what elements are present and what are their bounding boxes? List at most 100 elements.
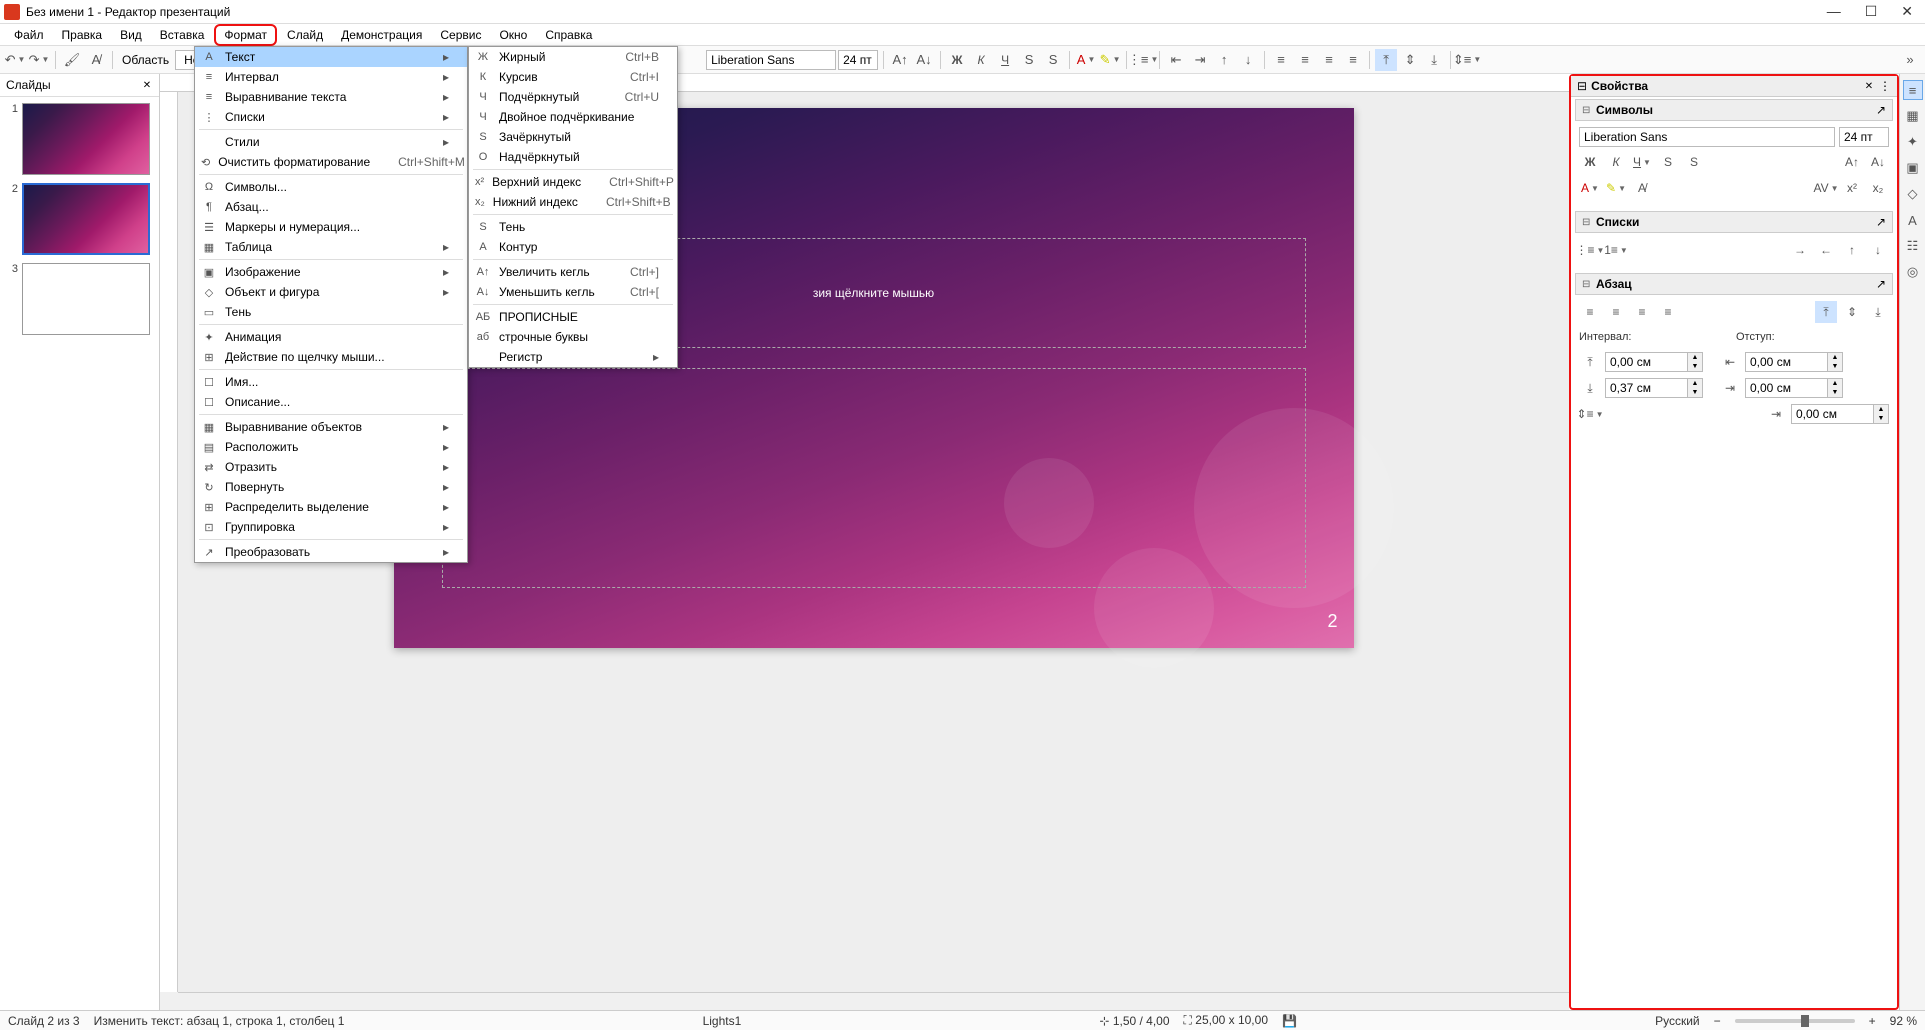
spacing-above-input[interactable]: ▲▼: [1605, 352, 1703, 372]
format-menu-item[interactable]: ▭Тень: [195, 302, 467, 322]
horizontal-scrollbar[interactable]: [178, 992, 1569, 1010]
prop-clearformat-icon[interactable]: A̸: [1631, 177, 1653, 199]
text-submenu-item[interactable]: x₂Нижний индексCtrl+Shift+B: [469, 192, 677, 212]
format-menu-item[interactable]: ↗Преобразовать▸: [195, 542, 467, 562]
move-down-icon[interactable]: ↓: [1237, 49, 1259, 71]
para-valign-mid-icon[interactable]: ⇕: [1841, 301, 1863, 323]
prop-demote-icon[interactable]: →: [1789, 239, 1811, 261]
clear-format-icon[interactable]: A̸: [85, 49, 107, 71]
brush-icon[interactable]: 🖌: [61, 49, 83, 71]
section-more-icon[interactable]: ↗: [1876, 215, 1886, 229]
zoom-slider[interactable]: [1735, 1019, 1855, 1023]
tab-gallery-icon[interactable]: A: [1903, 210, 1923, 230]
linespacing-icon[interactable]: ⇕≡▼: [1579, 403, 1601, 425]
menu-slide[interactable]: Слайд: [279, 26, 331, 44]
menu-view[interactable]: Вид: [112, 26, 150, 44]
valign-top-icon[interactable]: ⤒: [1375, 49, 1397, 71]
maximize-button[interactable]: ☐: [1865, 3, 1878, 20]
prop-fontcolor-icon[interactable]: A▼: [1579, 177, 1601, 199]
format-menu-item[interactable]: AТекст▸: [195, 47, 467, 67]
tab-master-icon[interactable]: ▣: [1903, 158, 1923, 178]
menu-slideshow[interactable]: Демонстрация: [333, 26, 430, 44]
format-menu-item[interactable]: ▣Изображение▸: [195, 262, 467, 282]
prop-bullets-icon[interactable]: ⋮≡▼: [1579, 239, 1601, 261]
text-submenu-item[interactable]: x²Верхний индексCtrl+Shift+P: [469, 172, 677, 192]
text-submenu-item[interactable]: OНадчёркнутый: [469, 147, 677, 167]
format-menu-item[interactable]: ☐Описание...: [195, 392, 467, 412]
format-menu-item[interactable]: ↻Повернуть▸: [195, 477, 467, 497]
text-submenu-item[interactable]: SЗачёркнутый: [469, 127, 677, 147]
outdent-icon[interactable]: ⇤: [1165, 49, 1187, 71]
slide-thumb-1[interactable]: 1: [6, 103, 153, 175]
spacing-below-input[interactable]: ▲▼: [1605, 378, 1703, 398]
slide-thumb-2[interactable]: 2: [6, 183, 153, 255]
prop-subscript-icon[interactable]: x₂: [1867, 177, 1889, 199]
text-submenu-item[interactable]: ЖЖирныйCtrl+B: [469, 47, 677, 67]
zoom-in-icon[interactable]: +: [1869, 1014, 1876, 1028]
menu-format[interactable]: Формат: [214, 24, 277, 46]
indent-before-input[interactable]: ▲▼: [1745, 352, 1843, 372]
format-menu-item[interactable]: ⊞Распределить выделение▸: [195, 497, 467, 517]
menu-edit[interactable]: Правка: [54, 26, 111, 44]
format-menu-item[interactable]: ⋮Списки▸: [195, 107, 467, 127]
zoom-out-icon[interactable]: −: [1714, 1014, 1721, 1028]
text-submenu-item[interactable]: ККурсивCtrl+I: [469, 67, 677, 87]
status-save-icon[interactable]: 💾: [1282, 1014, 1297, 1028]
text-submenu-item[interactable]: A↑Увеличить кегльCtrl+]: [469, 262, 677, 282]
font-color-icon[interactable]: A▼: [1075, 49, 1097, 71]
indent-after-input[interactable]: ▲▼: [1745, 378, 1843, 398]
format-menu-item[interactable]: ⊡Группировка▸: [195, 517, 467, 537]
section-more-icon[interactable]: ↗: [1876, 277, 1886, 291]
para-valign-top-icon[interactable]: ⤒: [1815, 301, 1837, 323]
text-submenu-item[interactable]: AКонтур: [469, 237, 677, 257]
format-menu-item[interactable]: ≡Интервал▸: [195, 67, 467, 87]
format-menu-item[interactable]: ▤Расположить▸: [195, 437, 467, 457]
prop-highlight-icon[interactable]: ✎▼: [1605, 177, 1627, 199]
slides-panel-close-icon[interactable]: ✕: [141, 79, 153, 91]
undo-button[interactable]: ↶▼: [4, 49, 26, 71]
text-submenu-item[interactable]: SТень: [469, 217, 677, 237]
underline-icon[interactable]: Ч: [994, 49, 1016, 71]
format-menu-item[interactable]: ▦Выравнивание объектов▸: [195, 417, 467, 437]
text-submenu-item[interactable]: ЧПодчёркнутыйCtrl+U: [469, 87, 677, 107]
para-align-right-icon[interactable]: ≡: [1631, 301, 1653, 323]
section-paragraph-header[interactable]: ⊟ Абзац ↗: [1575, 273, 1893, 295]
highlight-icon[interactable]: ✎▼: [1099, 49, 1121, 71]
align-center-icon[interactable]: ≡: [1294, 49, 1316, 71]
prop-promote-icon[interactable]: ←: [1815, 239, 1837, 261]
prop-movedown-icon[interactable]: ↓: [1867, 239, 1889, 261]
format-menu-item[interactable]: ⟲Очистить форматированиеCtrl+Shift+M: [195, 152, 467, 172]
text-submenu-item[interactable]: Регистр▸: [469, 347, 677, 367]
prop-font-name-input[interactable]: [1579, 127, 1835, 147]
prop-incfont-icon[interactable]: A↑: [1841, 151, 1863, 173]
bullets-icon[interactable]: ⋮≡▼: [1132, 49, 1154, 71]
line-spacing-icon[interactable]: ⇕≡▼: [1456, 49, 1478, 71]
format-menu-item[interactable]: ◇Объект и фигура▸: [195, 282, 467, 302]
format-menu-item[interactable]: Стили▸: [195, 132, 467, 152]
format-menu-item[interactable]: ⇄Отразить▸: [195, 457, 467, 477]
prop-moveup-icon[interactable]: ↑: [1841, 239, 1863, 261]
status-language[interactable]: Русский: [1655, 1014, 1700, 1028]
menu-window[interactable]: Окно: [491, 26, 535, 44]
format-menu-item[interactable]: ✦Анимация: [195, 327, 467, 347]
para-align-left-icon[interactable]: ≡: [1579, 301, 1601, 323]
text-submenu-item[interactable]: абстрочные буквы: [469, 327, 677, 347]
minimize-button[interactable]: —: [1827, 3, 1841, 20]
status-zoom[interactable]: 92 %: [1890, 1014, 1917, 1028]
prop-italic-icon[interactable]: К: [1605, 151, 1627, 173]
section-more-icon[interactable]: ↗: [1876, 103, 1886, 117]
prop-decfont-icon[interactable]: A↓: [1867, 151, 1889, 173]
align-justify-icon[interactable]: ≡: [1342, 49, 1364, 71]
indent-icon[interactable]: ⇥: [1189, 49, 1211, 71]
section-lists-header[interactable]: ⊟ Списки ↗: [1575, 211, 1893, 233]
prop-superscript-icon[interactable]: x²: [1841, 177, 1863, 199]
properties-close-icon[interactable]: ✕: [1863, 80, 1875, 92]
bold-icon[interactable]: Ж: [946, 49, 968, 71]
align-left-icon[interactable]: ≡: [1270, 49, 1292, 71]
font-size-input[interactable]: [838, 50, 878, 70]
properties-menu-icon[interactable]: ⋮: [1879, 79, 1891, 93]
format-menu-item[interactable]: ≡Выравнивание текста▸: [195, 87, 467, 107]
tab-animation-icon[interactable]: ✦: [1903, 132, 1923, 152]
format-menu-item[interactable]: ΩСимволы...: [195, 177, 467, 197]
shadow-icon[interactable]: S: [1042, 49, 1064, 71]
